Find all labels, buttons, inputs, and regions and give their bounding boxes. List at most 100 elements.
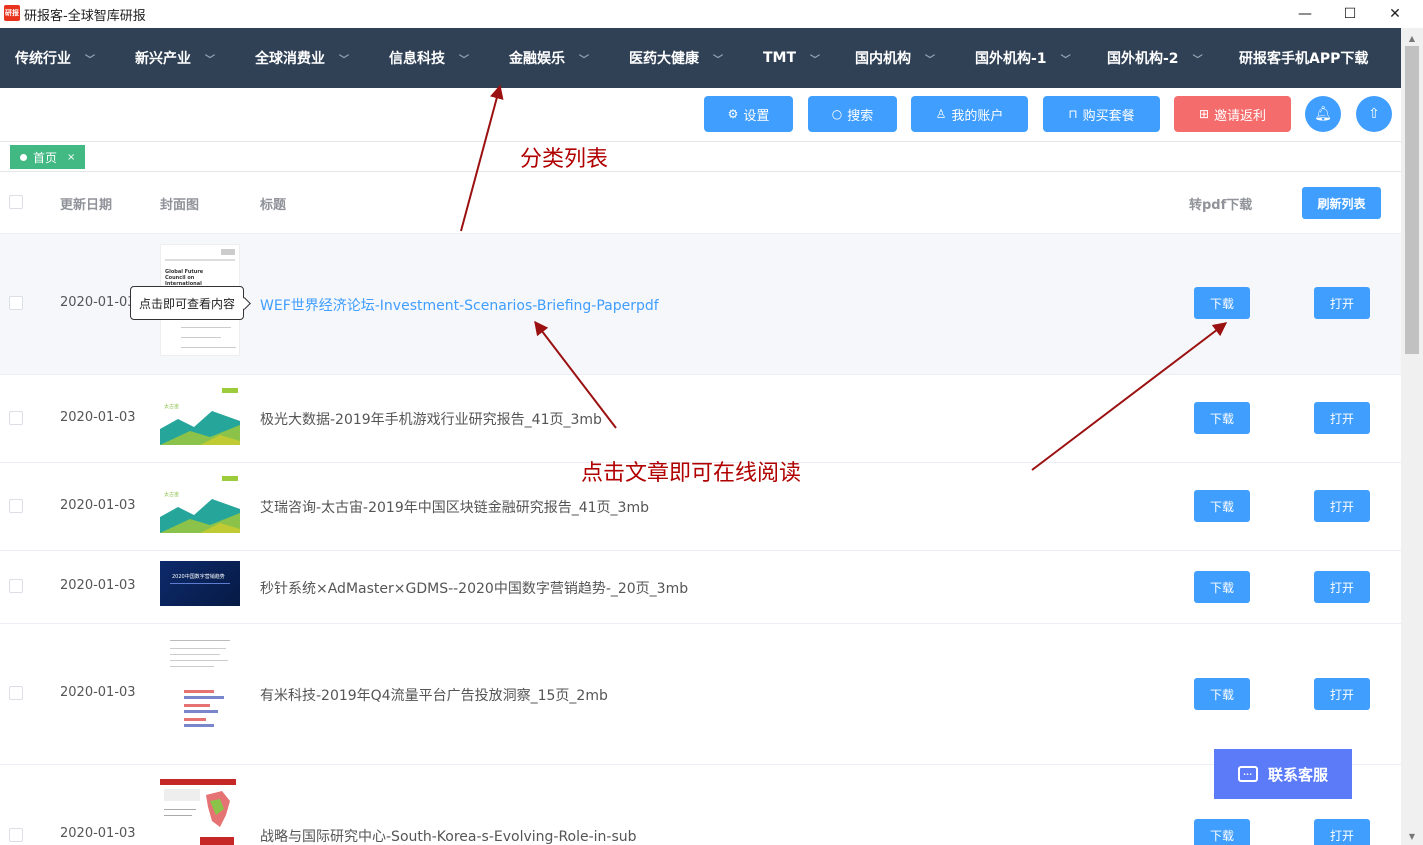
row-date: 2020-01-03: [60, 295, 136, 310]
nav-item[interactable]: 新兴产业 ﹀: [135, 28, 215, 88]
notification-bell-button[interactable]: 🔔︎: [1305, 96, 1341, 132]
contact-support-button[interactable]: ··· 联系客服: [1214, 749, 1352, 799]
user-icon: ♙: [935, 107, 947, 121]
upload-button[interactable]: ⇧: [1356, 96, 1392, 132]
chevron-down-icon: ﹀: [810, 54, 821, 66]
shopping-bag-icon: ⊓: [1068, 107, 1078, 121]
download-button[interactable]: 下载: [1194, 819, 1250, 845]
download-button[interactable]: 下载: [1194, 678, 1250, 710]
cover-image[interactable]: 太古宙: [160, 385, 240, 445]
chevron-down-icon: ﹀: [579, 54, 589, 66]
settings-button[interactable]: ⚙ 设置: [704, 96, 793, 132]
row-title[interactable]: 战略与国际研究中心-South-Korea-s-Evolving-Role-in…: [260, 826, 637, 845]
chevron-down-icon: ﹀: [1192, 54, 1203, 66]
chevron-down-icon: ﹀: [925, 54, 935, 66]
select-all-checkbox[interactable]: [9, 195, 23, 209]
open-button[interactable]: 打开: [1314, 490, 1370, 522]
cover-image[interactable]: [160, 638, 240, 750]
annotation-category-list: 分类列表: [520, 147, 609, 172]
row-title[interactable]: 极光大数据-2019年手机游戏行业研究报告_41页_3mb: [260, 409, 602, 429]
download-button[interactable]: 下载: [1194, 402, 1250, 434]
row-title-link[interactable]: WEF世界经济论坛-Investment-Scenarios-Briefing-…: [260, 295, 659, 315]
chevron-down-icon: ﹀: [339, 54, 349, 66]
app-logo-icon: 研报: [4, 5, 20, 21]
search-icon: ○: [831, 107, 843, 121]
nav-item[interactable]: 全球消费业 ﹀: [255, 28, 349, 88]
search-button[interactable]: ○ 搜索: [808, 96, 897, 132]
cover-image[interactable]: 2020中国数字营销趋势: [160, 561, 240, 606]
bell-icon: 🔔︎: [1314, 106, 1332, 122]
header-date: 更新日期: [60, 198, 113, 213]
tab-home[interactable]: 首页 ×: [10, 145, 86, 169]
scroll-thumb[interactable]: [1405, 46, 1419, 354]
app-window: 研报 研报客-全球智库研报 — ☐ ✕ 传统行业 ﹀ 新兴产业 ﹀ 全球消费业 ﹀ 信…: [0, 0, 1423, 845]
chevron-down-icon: ﹀: [459, 54, 469, 66]
cover-tooltip: 点击即可查看内容: [130, 286, 244, 320]
buy-package-button[interactable]: ⊓ 购买套餐: [1043, 96, 1160, 132]
header-title: 标题: [260, 198, 287, 213]
scroll-down-icon[interactable]: ▼: [1401, 832, 1423, 841]
table-row[interactable]: 2020-01-03 2020中国数字营销趋势 秒针系统×AdMaster×GD…: [0, 551, 1401, 624]
row-title[interactable]: 秒针系统×AdMaster×GDMS--2020中国数字营销趋势-_20页_3m…: [260, 578, 688, 598]
open-button[interactable]: 打开: [1314, 819, 1370, 845]
open-button[interactable]: 打开: [1314, 571, 1370, 603]
open-button[interactable]: 打开: [1314, 678, 1370, 710]
chevron-down-icon: ﹀: [1060, 54, 1071, 66]
scroll-up-icon[interactable]: ▲: [1401, 34, 1423, 43]
nav-item[interactable]: 传统行业 ﹀: [15, 28, 95, 88]
chevron-down-icon: ﹀: [205, 54, 215, 66]
upload-icon: ⇧: [1368, 106, 1380, 122]
row-title[interactable]: 有米科技-2019年Q4流量平台广告投放洞察_15页_2mb: [260, 685, 608, 705]
cover-image[interactable]: [160, 779, 236, 845]
annotation-read-online: 点击文章即可在线阅读: [581, 461, 802, 486]
table-row[interactable]: 2020-01-03 太古宙 极光大数据-2019年手机游戏行业研究报告_41页…: [0, 375, 1401, 463]
cover-text: 2020中国数字营销趋势: [172, 574, 225, 580]
row-checkbox[interactable]: [9, 686, 23, 700]
open-button[interactable]: 打开: [1314, 402, 1370, 434]
row-checkbox[interactable]: [9, 499, 23, 513]
row-checkbox[interactable]: [9, 411, 23, 425]
download-button[interactable]: 下载: [1194, 490, 1250, 522]
row-checkbox[interactable]: [9, 828, 23, 842]
chevron-down-icon: ﹀: [85, 54, 95, 66]
table-row[interactable]: 2020-01-03 战略与国际研究中心-South-Korea-s-Evolv…: [0, 765, 1401, 845]
gift-icon: ⊞: [1198, 107, 1210, 121]
category-nav: 传统行业 ﹀ 新兴产业 ﹀ 全球消费业 ﹀ 信息科技 ﹀ 金融娱乐 ﹀ 医药大健康 ﹀ TM…: [0, 28, 1401, 88]
refresh-list-button[interactable]: 刷新列表: [1302, 187, 1381, 219]
invite-rebate-button[interactable]: ⊞ 邀请返利: [1174, 96, 1291, 132]
nav-item[interactable]: 信息科技 ﹀: [389, 28, 469, 88]
close-tab-icon[interactable]: ×: [67, 152, 75, 163]
nav-item[interactable]: 国外机构-1 ﹀: [975, 28, 1071, 88]
nav-item[interactable]: 国外机构-2 ﹀: [1107, 28, 1203, 88]
nav-item-app-download[interactable]: 研报客手机APP下载: [1239, 28, 1368, 88]
chat-icon: ···: [1237, 766, 1258, 782]
tabs-view: 首页 ×: [0, 141, 1401, 172]
gear-icon: ⚙: [727, 107, 739, 121]
vertical-scrollbar[interactable]: ▲ ▼: [1401, 28, 1423, 845]
account-button[interactable]: ♙ 我的账户: [911, 96, 1028, 132]
row-checkbox[interactable]: [9, 296, 23, 310]
active-dot-icon: [20, 153, 27, 161]
row-checkbox[interactable]: [9, 579, 23, 593]
nav-item[interactable]: 国内机构 ﹀: [855, 28, 935, 88]
table-header: 更新日期 封面图 标题 转pdf下载 刷新列表: [0, 172, 1401, 234]
title-bar: 研报 研报客-全球智库研报 — ☐ ✕: [0, 0, 1423, 28]
download-button[interactable]: 下载: [1194, 287, 1250, 319]
cover-image[interactable]: 太古宙: [160, 473, 240, 533]
download-button[interactable]: 下载: [1194, 571, 1250, 603]
row-date: 2020-01-03: [60, 498, 136, 513]
table-row[interactable]: 2020-01-03 有米科技-2019年Q4流量平台广告投放洞察_15页_2m…: [0, 624, 1401, 765]
maximize-icon[interactable]: ☐: [1327, 0, 1373, 28]
open-button[interactable]: 打开: [1314, 287, 1370, 319]
row-title[interactable]: 艾瑞咨询-太古宙-2019年中国区块链金融研究报告_41页_3mb: [260, 497, 649, 517]
nav-item[interactable]: 医药大健康 ﹀: [629, 28, 723, 88]
row-date: 2020-01-03: [60, 578, 136, 593]
header-pdf-download: 转pdf下载: [1189, 198, 1253, 213]
nav-item[interactable]: 金融娱乐 ﹀: [509, 28, 589, 88]
window-title: 研报客-全球智库研报: [24, 9, 146, 24]
minimize-icon[interactable]: —: [1282, 0, 1328, 28]
close-icon[interactable]: ✕: [1372, 0, 1418, 28]
row-date: 2020-01-03: [60, 410, 136, 425]
row-date: 2020-01-03: [60, 685, 136, 700]
nav-item[interactable]: TMT ﹀: [763, 28, 820, 88]
